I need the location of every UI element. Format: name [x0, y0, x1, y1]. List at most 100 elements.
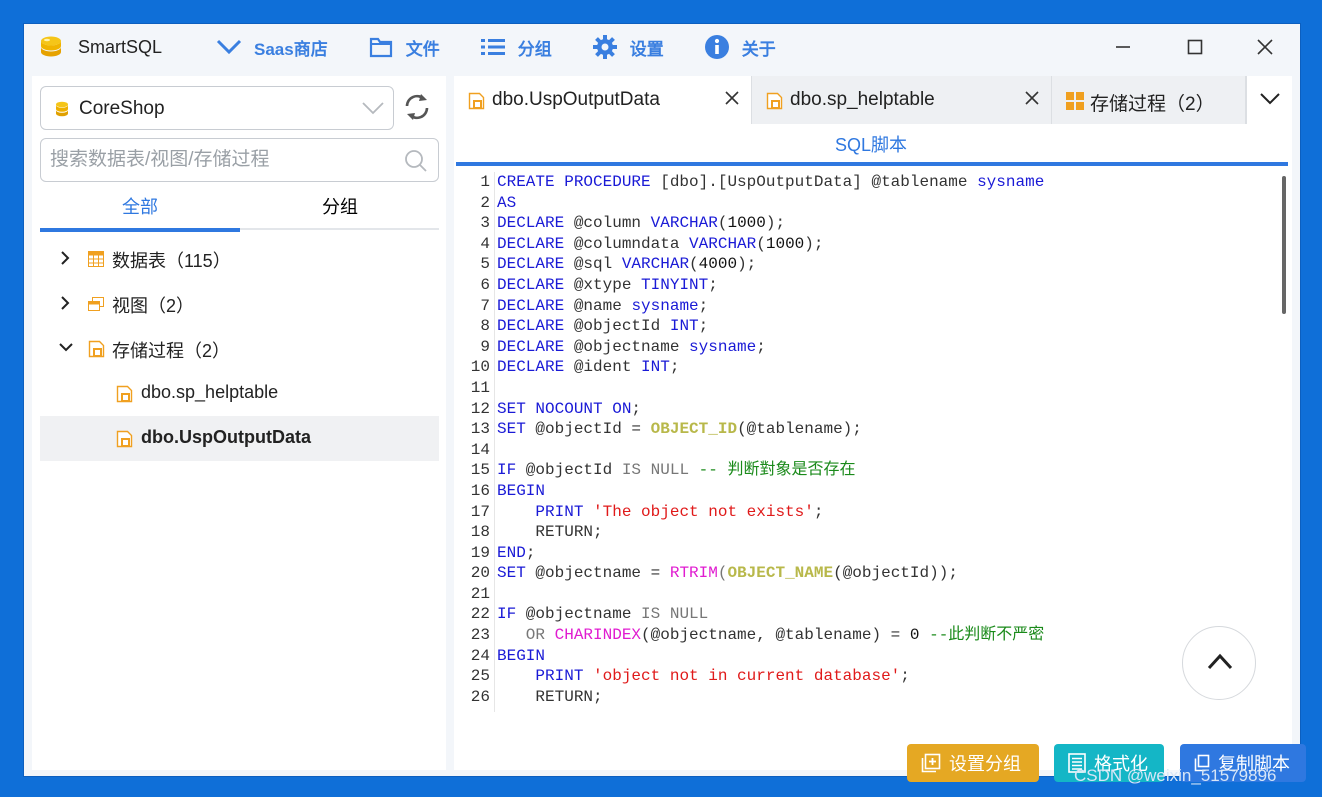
explorer-tabs: 全部 分组	[40, 188, 440, 232]
tab-group[interactable]: 分组	[240, 188, 440, 230]
tab-sp-helptable-label: dbo.sp_helptable	[790, 89, 935, 110]
procedure-file-icon	[116, 385, 133, 403]
main-menu: Saas商店 文件 分组 设置 关于	[216, 24, 816, 70]
procedure-file-icon	[766, 92, 783, 110]
table-icon	[88, 251, 104, 267]
code-line: 20 SET @objectname = RTRIM(OBJECT_NAME(@o…	[470, 564, 958, 583]
editor-scrollbar[interactable]	[1282, 176, 1286, 314]
menu-group-label: 分组	[517, 39, 552, 59]
folder-icon	[368, 34, 394, 60]
editor-tab-bar: dbo.UspOutputData dbo.sp_helptable 存储过程（…	[454, 76, 1292, 124]
tab-uspoutputdata[interactable]: dbo.UspOutputData	[454, 76, 752, 124]
code-line: 8 DECLARE @objectId INT;	[480, 317, 709, 336]
scroll-to-top-button[interactable]	[1182, 626, 1256, 700]
maximize-icon	[1187, 39, 1203, 55]
tree-node-procedures[interactable]: 存储过程（2）	[40, 326, 439, 371]
tree-node-uspoutputdata-label: dbo.UspOutputData	[141, 427, 311, 447]
code-line: 21	[470, 584, 490, 603]
add-group-icon	[921, 753, 941, 773]
chevron-down-icon	[1260, 93, 1280, 105]
object-explorer: CoreShop 全部 分组 数据表（115）	[32, 76, 446, 770]
code-line: 4 DECLARE @columndata VARCHAR(1000);	[480, 234, 824, 253]
code-line: 10 DECLARE @ident INT;	[470, 358, 680, 377]
code-line: 15 IF @objectId IS NULL -- 判断對象是否存在	[470, 461, 856, 480]
menu-about-label: 关于	[741, 39, 776, 59]
code-line: 24 BEGIN	[470, 646, 546, 665]
info-icon	[704, 34, 730, 60]
tree-node-tables-label: 数据表（115）	[112, 251, 231, 271]
tree-node-sp-helptable[interactable]: dbo.sp_helptable	[40, 371, 439, 416]
grid-icon	[1066, 92, 1084, 110]
procedure-file-icon	[468, 92, 485, 110]
sql-script-tab-indicator	[456, 162, 1288, 166]
app-logo-icon	[41, 36, 61, 57]
database-select[interactable]: CoreShop	[40, 86, 394, 130]
code-line: 14	[470, 440, 490, 459]
search-box	[40, 138, 439, 182]
code-editor[interactable]: 1 CREATE PROCEDURE [dbo].[UspOutputData] …	[456, 172, 1288, 712]
object-tree: 数据表（115） 视图（2） 存储过程（2） dbo.sp_helptable …	[40, 236, 439, 461]
menu-saas-store-label: Saas商店	[254, 39, 328, 59]
search-input[interactable]	[50, 145, 390, 175]
tree-node-procedures-label: 存储过程（2）	[112, 341, 231, 361]
list-icon	[480, 34, 506, 60]
minimize-icon	[1116, 46, 1130, 48]
menu-settings[interactable]: 设置	[592, 34, 664, 60]
tree-node-views[interactable]: 视图（2）	[40, 281, 439, 326]
tab-uspoutputdata-label: dbo.UspOutputData	[492, 89, 660, 110]
code-line: 1 CREATE PROCEDURE [dbo].[UspOutputData] …	[480, 173, 1045, 191]
tab-sp-helptable[interactable]: dbo.sp_helptable	[752, 76, 1052, 124]
app-title: SmartSQL	[78, 37, 163, 57]
menu-settings-label: 设置	[629, 39, 664, 59]
tree-node-tables[interactable]: 数据表（115）	[40, 236, 439, 281]
menu-about[interactable]: 关于	[704, 34, 776, 60]
procedure-file-icon	[116, 430, 133, 448]
code-line: 3 DECLARE @column VARCHAR(1000);	[480, 214, 786, 233]
chevron-right-icon[interactable]	[60, 295, 70, 311]
code-line: 6 DECLARE @xtype TINYINT;	[480, 275, 718, 294]
tab-all[interactable]: 全部	[40, 188, 240, 232]
set-group-button[interactable]: 设置分组	[907, 744, 1039, 782]
chevron-up-icon	[1207, 653, 1233, 670]
maximize-button[interactable]	[1182, 34, 1208, 60]
chevron-down-icon[interactable]	[58, 342, 74, 354]
menu-group[interactable]: 分组	[480, 34, 552, 60]
close-icon	[1257, 39, 1273, 55]
code-line: 19 END;	[470, 543, 536, 562]
code-line: 25 PRINT 'object not in current database…	[470, 667, 910, 686]
code-line: 26 RETURN;	[470, 687, 603, 706]
code-line: 12 SET NOCOUNT ON;	[470, 399, 642, 418]
chevron-right-icon[interactable]	[60, 250, 70, 266]
refresh-icon[interactable]	[402, 92, 432, 122]
editor-panel: dbo.UspOutputData dbo.sp_helptable 存储过程（…	[454, 76, 1306, 782]
close-icon[interactable]	[1024, 90, 1040, 106]
database-select-value: CoreShop	[79, 98, 165, 119]
minimize-button[interactable]	[1110, 34, 1136, 60]
code-line: 11	[470, 378, 490, 397]
menu-saas-store[interactable]: Saas商店	[216, 34, 328, 60]
procedure-icon	[88, 340, 105, 358]
tree-node-sp-helptable-label: dbo.sp_helptable	[141, 382, 279, 402]
close-window-button[interactable]	[1252, 34, 1278, 60]
tab-sql-script[interactable]: SQL脚本	[454, 124, 1288, 166]
database-icon	[56, 101, 68, 117]
tree-node-views-label: 视图（2）	[112, 296, 195, 316]
tab-procedures[interactable]: 存储过程（2）	[1052, 76, 1246, 124]
code-line: 18 RETURN;	[470, 523, 603, 542]
code-line: 16 BEGIN	[470, 481, 546, 500]
tree-node-uspoutputdata[interactable]: dbo.UspOutputData	[40, 416, 439, 461]
set-group-button-label: 设置分组	[949, 754, 1021, 774]
menu-file[interactable]: 文件	[368, 34, 440, 60]
chevron-down-icon	[362, 102, 384, 115]
menu-file-label: 文件	[405, 39, 440, 59]
code-line: 7 DECLARE @name sysname;	[480, 296, 709, 315]
code-line: 17 PRINT 'The object not exists';	[470, 502, 824, 521]
close-icon[interactable]	[724, 90, 740, 106]
view-icon	[88, 297, 104, 311]
code-line: 23 OR CHARINDEX(@objectname, @tablename)…	[470, 626, 1045, 645]
tab-list-dropdown[interactable]	[1246, 76, 1292, 124]
sql-script-tab-bar: SQL脚本	[454, 124, 1292, 166]
code-line: 2 AS	[480, 193, 517, 212]
code-line: 22 IF @objectname IS NULL	[470, 605, 709, 624]
search-icon[interactable]	[404, 149, 428, 173]
